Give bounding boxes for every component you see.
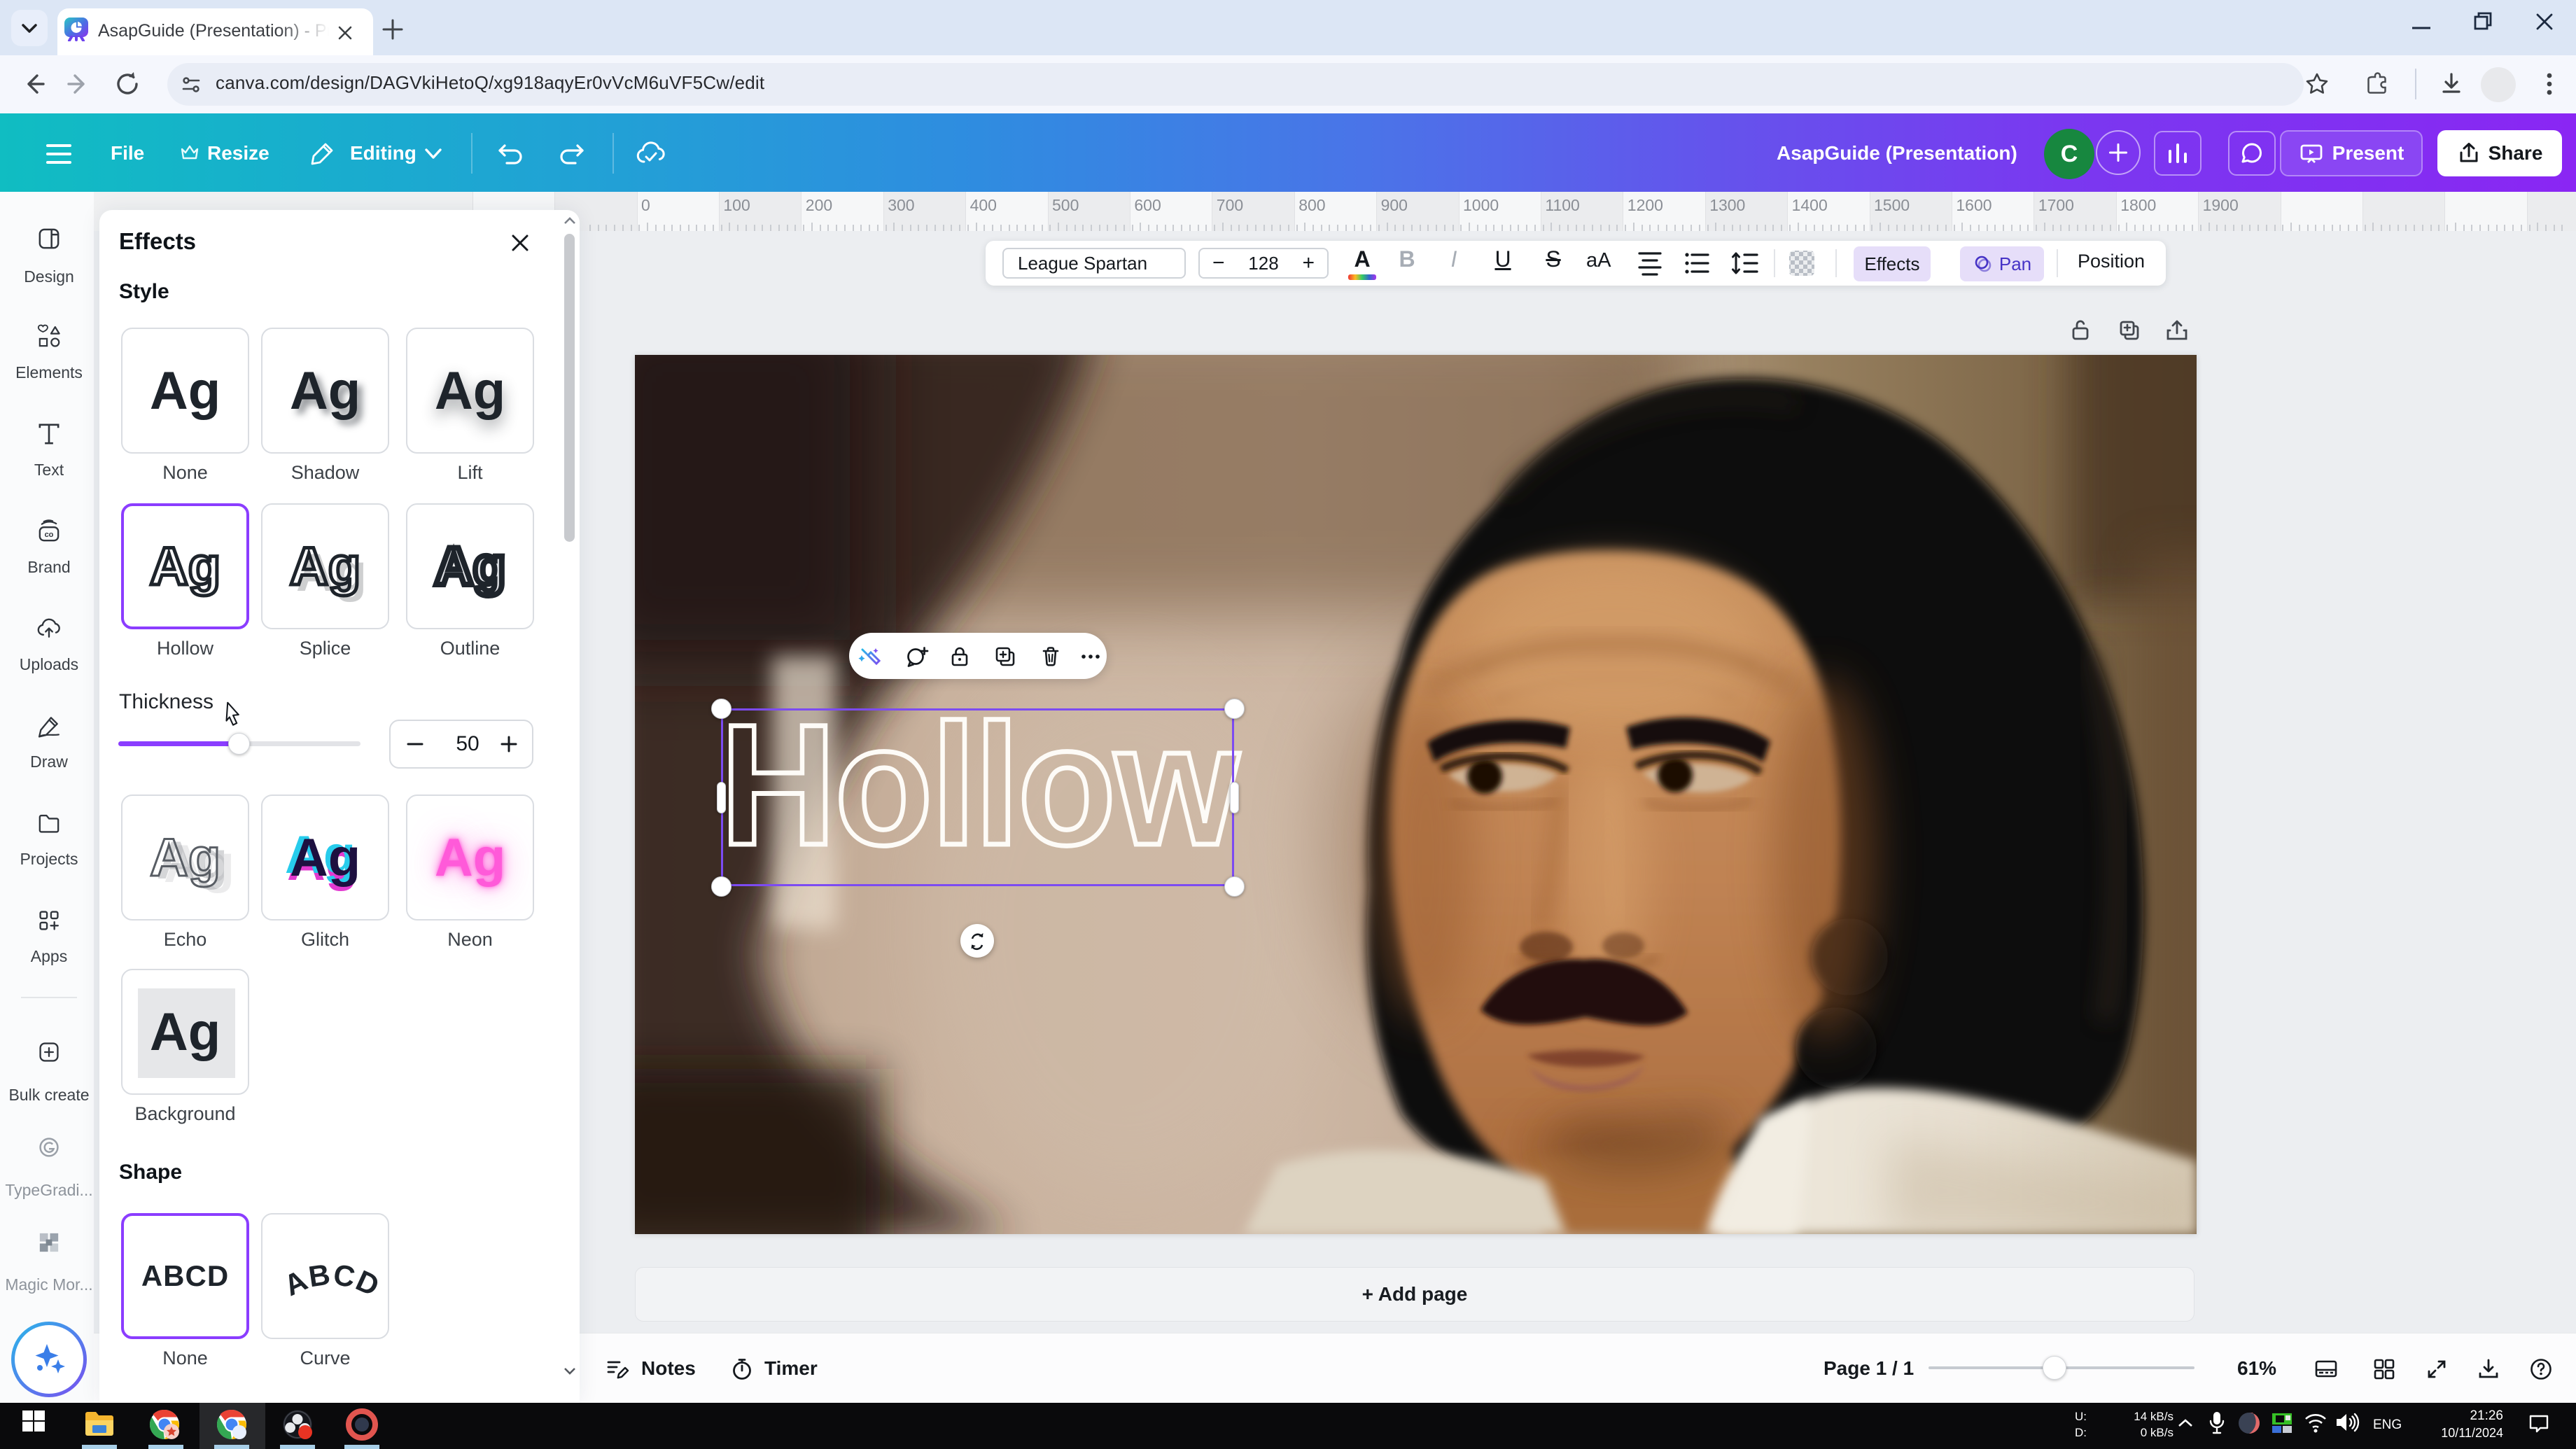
svg-text:ABCD: ABCD: [279, 1257, 384, 1303]
svg-text:co: co: [45, 531, 54, 539]
